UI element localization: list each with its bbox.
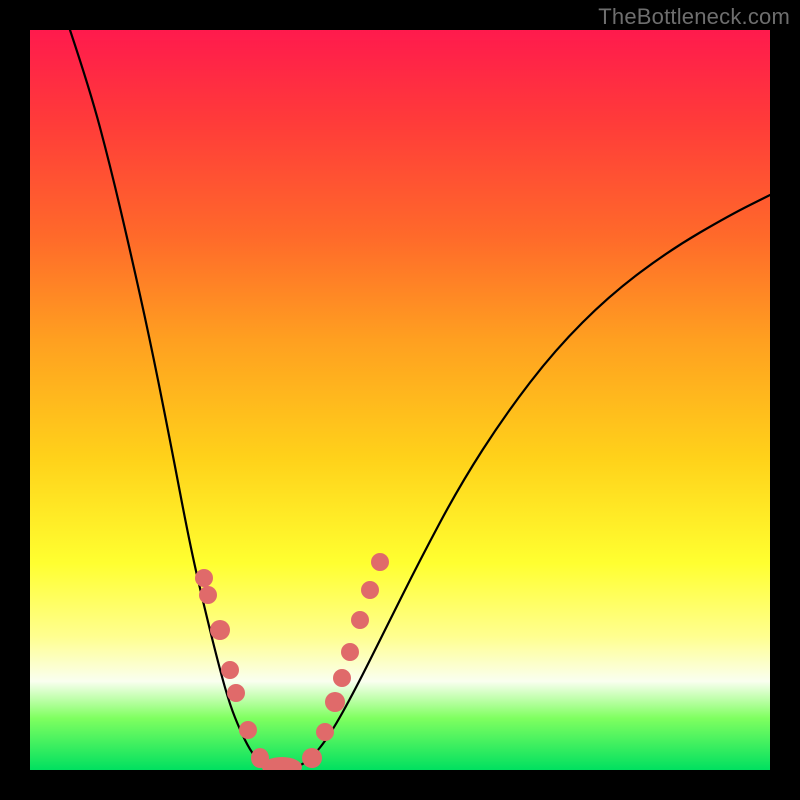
left-branch-curve: [70, 30, 280, 770]
plot-area: [30, 30, 770, 770]
marker-dot: [341, 643, 359, 661]
marker-dot: [302, 748, 322, 768]
chart-container: TheBottleneck.com: [0, 0, 800, 800]
marker-dot: [239, 721, 257, 739]
marker-dot: [333, 669, 351, 687]
marker-dot: [351, 611, 369, 629]
marker-dot: [221, 661, 239, 679]
right-branch-curve: [280, 195, 770, 770]
marker-dot: [227, 684, 245, 702]
marker-dot: [210, 620, 230, 640]
marker-dot: [361, 581, 379, 599]
marker-dot: [371, 553, 389, 571]
watermark-label: TheBottleneck.com: [598, 4, 790, 30]
marker-dot: [195, 569, 213, 587]
curve-svg: [30, 30, 770, 770]
marker-group: [195, 553, 389, 770]
marker-dot: [325, 692, 345, 712]
marker-dot: [316, 723, 334, 741]
marker-dot: [199, 586, 217, 604]
